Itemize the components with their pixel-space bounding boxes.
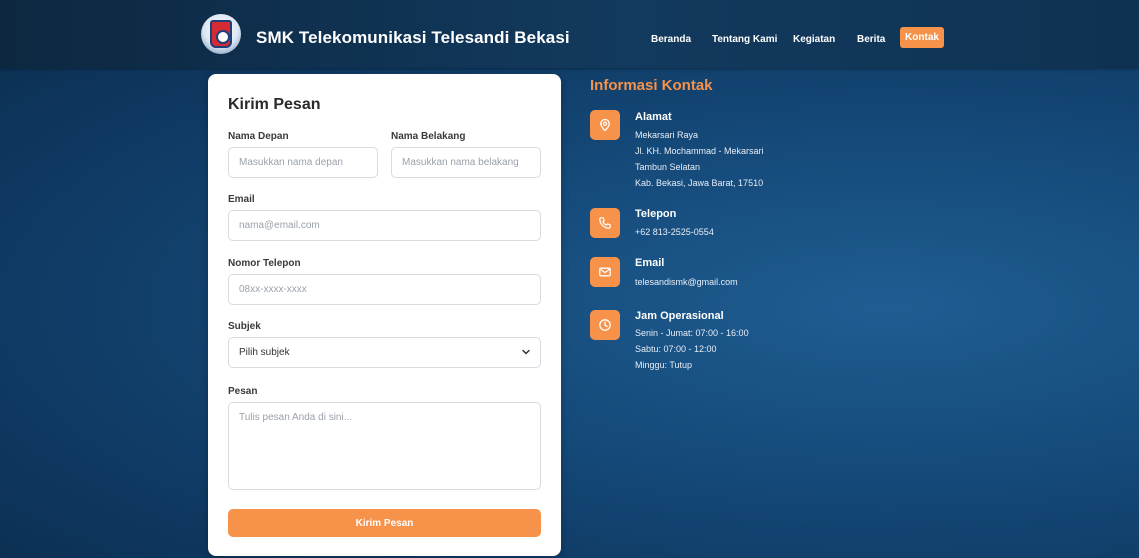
last-name-label: Nama Belakang xyxy=(391,131,466,142)
hours-line: Sabtu: 07:00 - 12:00 xyxy=(635,344,717,354)
nav-kontak[interactable]: Kontak xyxy=(900,27,944,48)
message-label: Pesan xyxy=(228,386,258,397)
nav-tentang-kami[interactable]: Tentang Kami xyxy=(712,34,777,45)
subject-selected-value[interactable]: Pilih subjek xyxy=(228,337,541,368)
chevron-down-icon xyxy=(522,349,530,355)
location-pin-icon xyxy=(590,110,620,140)
phone-label: Nomor Telepon xyxy=(228,258,301,269)
hours-line: Minggu: Tutup xyxy=(635,360,693,370)
email-title: Email xyxy=(635,257,665,269)
mail-icon xyxy=(590,257,620,287)
phone-value[interactable]: +62 813-2525-0554 xyxy=(635,227,714,237)
brand-name[interactable]: SMK Telekomunikasi Telesandi Bekasi xyxy=(256,28,570,48)
first-name-label: Nama Depan xyxy=(228,131,289,142)
hours-line: Senin - Jumat: 07:00 - 16:00 xyxy=(635,328,749,338)
email-input[interactable] xyxy=(228,210,541,241)
phone-input[interactable] xyxy=(228,274,541,305)
phone-title: Telepon xyxy=(635,208,677,220)
email-value[interactable]: telesandismk@gmail.com xyxy=(635,277,738,287)
last-name-input[interactable] xyxy=(391,147,541,178)
nav-beranda[interactable]: Beranda xyxy=(651,34,691,45)
address-line: Tambun Selatan xyxy=(635,162,701,172)
address-title: Alamat xyxy=(635,111,672,123)
email-label: Email xyxy=(228,194,255,205)
address-line: Mekarsari Raya xyxy=(635,130,699,140)
submit-button[interactable]: Kirim Pesan xyxy=(228,509,541,537)
first-name-input[interactable] xyxy=(228,147,378,178)
contact-form-card: Kirim Pesan Nama Depan Nama Belakang Ema… xyxy=(208,74,561,556)
clock-icon xyxy=(590,310,620,340)
address-line: Jl. KH. Mochammad - Mekarsari xyxy=(635,146,764,156)
nav-berita[interactable]: Berita xyxy=(857,34,885,45)
subject-label: Subjek xyxy=(228,321,261,332)
hours-title: Jam Operasional xyxy=(635,310,724,322)
school-logo[interactable] xyxy=(201,14,241,54)
address-line: Kab. Bekasi, Jawa Barat, 17510 xyxy=(635,178,764,188)
subject-select[interactable]: Pilih subjek xyxy=(228,337,541,368)
nav-kegiatan[interactable]: Kegiatan xyxy=(793,34,835,45)
contact-info-title: Informasi Kontak xyxy=(590,77,713,94)
message-textarea[interactable] xyxy=(228,402,541,490)
phone-icon xyxy=(590,208,620,238)
navbar: SMK Telekomunikasi Telesandi Bekasi Bera… xyxy=(0,0,1139,68)
form-title: Kirim Pesan xyxy=(228,96,321,113)
